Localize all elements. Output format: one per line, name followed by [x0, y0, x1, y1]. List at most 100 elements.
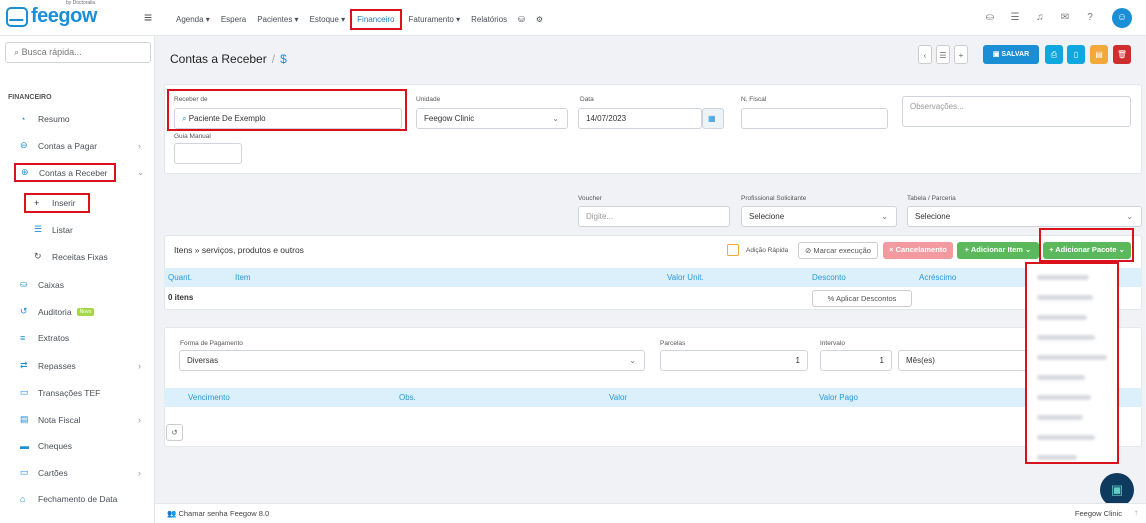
sidebar-item-auditoria[interactable]: ↺ Auditoria Novo: [20, 306, 95, 317]
sidebar-item-cartoes[interactable]: ▭ Cartões ›: [20, 467, 141, 478]
data-input[interactable]: 14/07/2023: [578, 108, 702, 129]
chevron-down-icon: ⌄: [629, 356, 636, 365]
footer: 👥 Chamar senha Feegow 8.0 Feegow Clinic …: [155, 503, 1146, 523]
nav-agenda[interactable]: Agenda ▾: [176, 15, 210, 24]
add-pacote-label: + Adicionar Pacote: [1049, 245, 1117, 254]
chat-icon[interactable]: ✉: [1057, 10, 1073, 26]
sidebar-item-fechamento[interactable]: ⌂ Fechamento de Data: [20, 494, 117, 504]
cash-icon: ⛀: [20, 279, 28, 289]
lock-icon: ⌂: [20, 494, 26, 504]
delete-button[interactable]: 🗑: [1113, 45, 1131, 64]
user-avatar[interactable]: ☺: [1112, 8, 1132, 28]
nav-faturamento[interactable]: Faturamento ▾: [409, 15, 461, 24]
pacote-option[interactable]: [1037, 447, 1107, 467]
sidebar-item-nota-fiscal[interactable]: ▤ Nota Fiscal ›: [20, 414, 141, 425]
pacote-option[interactable]: [1037, 307, 1107, 327]
items-title: Itens » serviços, produtos e outros: [174, 245, 304, 255]
save-button[interactable]: ▣ SALVAR: [983, 45, 1039, 64]
sidebar-item-resumo[interactable]: ◔ Resumo: [20, 114, 70, 124]
history-icon[interactable]: ↺: [166, 424, 183, 441]
sidebar-item-label: Contas a Receber: [39, 167, 108, 178]
nav-relatorios[interactable]: Relatórios: [471, 15, 507, 24]
payment-table-header: Vencimento Obs. Valor Valor Pago: [164, 388, 1142, 407]
minus-circle-icon: ⊖: [20, 140, 28, 150]
sidebar-item-transacoes-tef[interactable]: ▭ Transações TEF: [20, 387, 100, 398]
pacote-option[interactable]: [1037, 367, 1107, 387]
sidebar-item-receitas-fixas[interactable]: ↻ Receitas Fixas: [34, 251, 108, 262]
pacote-option[interactable]: [1037, 287, 1107, 307]
chamar-senha-link[interactable]: 👥 Chamar senha: [167, 509, 228, 518]
sidebar-item-cheques[interactable]: ▬ Cheques: [20, 441, 72, 451]
top-navbar: feegow by Doctoralia ≡ Agenda ▾ Espera P…: [0, 0, 1146, 36]
sidebar-item-listar[interactable]: ☰ Listar: [34, 224, 73, 235]
sidebar-item-label: Inserir: [52, 198, 76, 208]
calendar-icon[interactable]: ▦: [702, 108, 724, 129]
chevron-down-icon: ⌄: [137, 167, 145, 177]
nav-estoque[interactable]: Estoque ▾: [310, 15, 346, 24]
pacote-option[interactable]: [1037, 427, 1107, 447]
page-title-text: Contas a Receber: [170, 52, 267, 66]
voucher-label: Voucher: [578, 195, 602, 202]
sidebar-item-label: Resumo: [38, 114, 70, 124]
nav-pacientes[interactable]: Pacientes ▾: [257, 15, 298, 24]
pacote-option[interactable]: [1037, 267, 1107, 287]
receber-de-label: Receber de: [174, 96, 208, 103]
forma-pagamento-select[interactable]: Diversas ⌄: [179, 350, 645, 371]
database-icon[interactable]: ⛁: [518, 15, 525, 24]
cash-drawer-icon[interactable]: ⛀: [982, 10, 998, 26]
marcar-execucao-button[interactable]: ⊘ Marcar execução: [798, 242, 878, 259]
settings-icon[interactable]: ⚙: [536, 15, 543, 24]
task-list-icon[interactable]: ☰: [1007, 10, 1023, 26]
new-button[interactable]: +: [954, 45, 968, 64]
observacoes-textarea[interactable]: Observações...: [902, 96, 1131, 127]
receipt-button[interactable]: ▯: [1067, 45, 1085, 64]
sidebar-item-caixas[interactable]: ⛀ Caixas: [20, 279, 64, 290]
adicao-rapida-checkbox[interactable]: [727, 244, 739, 256]
sidebar-item-contas-receber[interactable]: ⊕ Contas a Receber: [14, 163, 116, 182]
sidebar-item-inserir[interactable]: + Inserir: [24, 193, 90, 213]
receber-de-input[interactable]: ⌕ Paciente De Exemplo: [174, 108, 402, 129]
nav-espera[interactable]: Espera: [221, 15, 246, 24]
profissional-select[interactable]: Selecione ⌄: [741, 206, 897, 227]
intervalo-input[interactable]: 1: [820, 350, 892, 371]
unidade-select[interactable]: Feegow Clinic ⌄: [416, 108, 568, 129]
cancelamento-label: Cancelamento: [895, 245, 947, 254]
help-icon[interactable]: ?: [1082, 10, 1098, 26]
list-icon: ☰: [34, 224, 43, 234]
sidebar-item-extratos[interactable]: ≡ Extratos: [20, 333, 69, 343]
voucher-input[interactable]: Digite...: [578, 206, 730, 227]
adicionar-item-button[interactable]: + Adicionar Item ⌄: [957, 242, 1039, 259]
bell-icon[interactable]: ♫: [1032, 10, 1048, 26]
list-button[interactable]: ☰: [936, 45, 950, 64]
back-button[interactable]: ‹: [918, 45, 932, 64]
aplicar-descontos-button[interactable]: % Aplicar Descontos: [812, 290, 912, 307]
periodo-select[interactable]: Mês(es): [898, 350, 1028, 371]
floating-chat-button[interactable]: ▣: [1100, 473, 1134, 507]
pacote-option[interactable]: [1037, 347, 1107, 367]
sidebar-item-repasses[interactable]: ⇄ Repasses ›: [20, 360, 141, 371]
search-icon: ⌕: [14, 47, 20, 57]
logo-subtitle: by Doctoralia: [66, 0, 96, 6]
cancelamento-button[interactable]: × Cancelamento: [883, 242, 953, 259]
feegow-logo[interactable]: feegow: [6, 5, 97, 28]
pacote-option[interactable]: [1037, 387, 1107, 407]
export-button[interactable]: ▤: [1090, 45, 1108, 64]
menu-toggle-icon[interactable]: ≡: [144, 9, 152, 25]
adicionar-pacote-button[interactable]: + Adicionar Pacote ⌄: [1043, 242, 1131, 259]
pacote-option[interactable]: [1037, 407, 1107, 427]
nav-financeiro[interactable]: Financeiro: [350, 9, 402, 30]
sidebar-item-contas-pagar[interactable]: ⊖ Contas a Pagar ›: [20, 140, 141, 151]
pacote-option[interactable]: [1037, 327, 1107, 347]
quick-search-input[interactable]: ⌕ Busca rápida...: [5, 42, 151, 63]
col-desconto: Desconto: [812, 273, 846, 282]
tabela-select[interactable]: Selecione ⌄: [907, 206, 1142, 227]
voucher-placeholder: Digite...: [586, 212, 614, 221]
receber-de-value: Paciente De Exemplo: [188, 114, 266, 123]
nfiscal-input[interactable]: [741, 108, 888, 129]
guia-manual-input[interactable]: [174, 143, 242, 164]
arrow-up-icon[interactable]: ↑: [1134, 508, 1138, 517]
parcelas-input[interactable]: 1: [660, 350, 808, 371]
print-button[interactable]: ⎙: [1045, 45, 1063, 64]
chevron-right-icon: ›: [138, 467, 141, 478]
chevron-right-icon: ›: [138, 140, 141, 151]
